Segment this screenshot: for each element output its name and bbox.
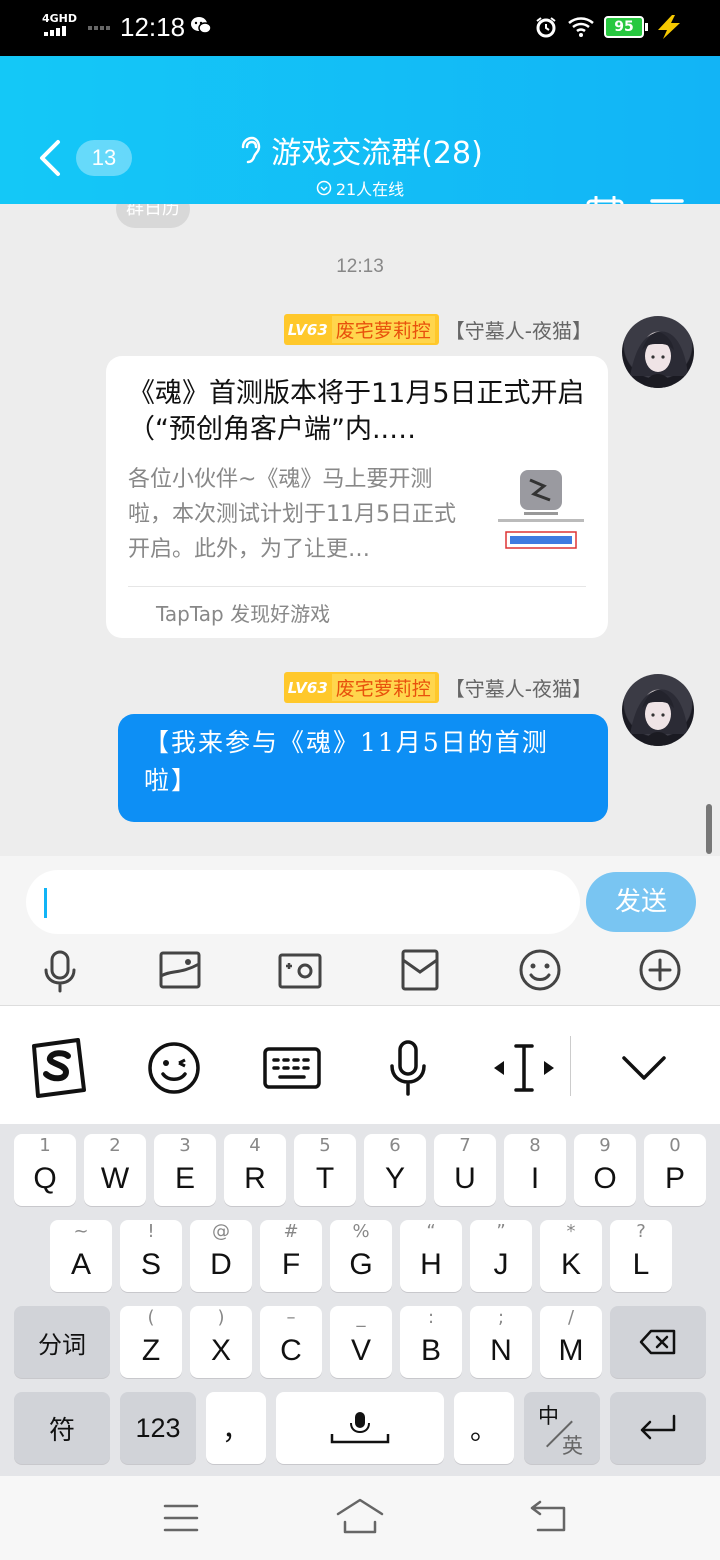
key-r[interactable]: 4R — [224, 1134, 286, 1206]
alarm-icon — [536, 17, 556, 38]
key-f[interactable]: # F — [260, 1220, 322, 1292]
red-packet-icon[interactable] — [396, 946, 444, 994]
wifi-icon — [568, 17, 594, 37]
key-y[interactable]: 6Y — [364, 1134, 426, 1206]
key-m[interactable]: / M — [540, 1306, 602, 1378]
voice-icon[interactable] — [36, 946, 84, 994]
wechat-icon — [191, 17, 212, 34]
plus-icon[interactable] — [636, 946, 684, 994]
symbol-key[interactable]: 符 — [14, 1392, 110, 1464]
key-e[interactable]: 3E — [154, 1134, 216, 1206]
share-card-thumbnail — [494, 466, 588, 562]
group-calendar-chip[interactable]: 群日历 — [116, 204, 190, 228]
mic-icon[interactable] — [376, 1036, 440, 1100]
sender-title: 【守墓人-夜猫】 — [444, 319, 592, 343]
status-bar: 4GHD 12:18 95 — [0, 0, 720, 56]
avatar[interactable] — [622, 316, 694, 388]
title-block[interactable]: 游戏交流群(28) 21人在线 — [0, 128, 720, 200]
sender-nickname[interactable]: 废宅萝莉控 — [331, 674, 435, 701]
share-card-description: 各位小伙伴~《魂》马上要开测啦，本次测试计划于11月5日正式开启。此外，为了让更… — [128, 467, 456, 562]
text-caret — [44, 888, 47, 918]
key-i[interactable]: 8I — [504, 1134, 566, 1206]
backspace-key[interactable] — [610, 1306, 706, 1378]
keyboard: 1Q 2W 3E 4R 5T 6Y 7U 8I 9O 0P ~ A ! S @ D #… — [0, 1124, 720, 1476]
clock: 12:18 — [120, 12, 186, 42]
share-card-source: TapTap 发现好游戏 — [156, 602, 331, 626]
message-input[interactable] — [26, 870, 580, 934]
key-k[interactable]: * K — [540, 1220, 602, 1292]
ime-toolbar — [0, 1006, 720, 1124]
key-t[interactable]: 5T — [294, 1134, 356, 1206]
key-p[interactable]: 0P — [644, 1134, 706, 1206]
menu-icon[interactable] — [162, 1502, 200, 1534]
input-bar: 发送 — [0, 856, 720, 1006]
group-title: 游戏交流群(28) — [271, 136, 483, 171]
online-count: 21人在线 — [335, 180, 405, 199]
collapse-icon[interactable] — [612, 1036, 676, 1100]
key-q[interactable]: 1Q — [14, 1134, 76, 1206]
scrollbar[interactable] — [706, 804, 712, 854]
key-b[interactable]: :B — [400, 1306, 462, 1378]
camera-icon[interactable] — [276, 946, 324, 994]
enter-icon — [640, 1414, 676, 1440]
key-j[interactable]: ” J — [470, 1220, 532, 1292]
share-card-title: 《魂》首测版本将于11月5日正式开启（“预创角客户端”内..… — [128, 378, 585, 445]
key-d[interactable]: @ D — [190, 1220, 252, 1292]
key-o[interactable]: 9O — [574, 1134, 636, 1206]
key-n[interactable]: ; N — [470, 1306, 532, 1378]
comma-key[interactable]: ， — [206, 1392, 266, 1464]
navigation-bar — [0, 1476, 720, 1560]
battery-icon: 95 — [604, 16, 648, 38]
back-icon[interactable] — [528, 1498, 568, 1534]
signal-icon-2 — [88, 26, 110, 30]
key-s[interactable]: ! S — [120, 1220, 182, 1292]
level-badge: LV63 废宅萝莉控 — [283, 314, 439, 345]
key-a[interactable]: ~ A — [50, 1220, 112, 1292]
key-l[interactable]: ? L — [610, 1220, 672, 1292]
key-v[interactable]: _ V — [330, 1306, 392, 1378]
key-c[interactable]: – C — [260, 1306, 322, 1378]
sogou-logo-icon[interactable] — [26, 1036, 90, 1100]
sender-nickname[interactable]: 废宅萝莉控 — [331, 316, 435, 343]
emoji-icon[interactable] — [142, 1036, 206, 1100]
divider — [128, 586, 586, 587]
message-list[interactable]: 群日历 12:13 LV63 废宅萝莉控 【守墓人-夜猫】 《魂》首测版本将于1… — [0, 204, 720, 856]
home-icon[interactable] — [336, 1498, 384, 1534]
share-card[interactable]: 《魂》首测版本将于11月5日正式开启（“预创角客户端”内..… 各位小伙伴~《魂… — [106, 356, 608, 638]
language-switch-key[interactable]: 中 英 — [524, 1392, 600, 1464]
message-timestamp: 12:13 — [336, 256, 384, 277]
cursor-move-icon[interactable] — [492, 1036, 556, 1100]
image-icon[interactable] — [156, 946, 204, 994]
send-button[interactable]: 发送 — [586, 872, 696, 932]
sender-title: 【守墓人-夜猫】 — [444, 677, 592, 701]
charging-icon — [658, 15, 680, 39]
segment-key[interactable]: 分词 — [14, 1306, 110, 1378]
key-z[interactable]: (Z — [120, 1306, 182, 1378]
space-key[interactable] — [276, 1392, 444, 1464]
number-key[interactable]: 123 — [120, 1392, 196, 1464]
key-u[interactable]: 7U — [434, 1134, 496, 1206]
backspace-icon — [639, 1329, 676, 1355]
signal-icon — [44, 26, 66, 36]
key-h[interactable]: “H — [400, 1220, 462, 1292]
message-bubble[interactable]: 【我来参与《魂》11月5日的首测啦】 — [118, 714, 608, 822]
period-key[interactable]: 。 — [454, 1392, 514, 1464]
sender-line: LV63 废宅萝莉控 【守墓人-夜猫】 — [283, 672, 592, 703]
sender-line: LV63 废宅萝莉控 【守墓人-夜猫】 — [283, 314, 592, 345]
online-icon — [316, 180, 332, 196]
keyboard-icon[interactable] — [260, 1036, 324, 1100]
avatar[interactable] — [622, 674, 694, 746]
network-type: 4GHD — [42, 12, 78, 25]
ear-icon — [241, 136, 261, 164]
emoji-icon[interactable] — [516, 946, 564, 994]
key-g[interactable]: % G — [330, 1220, 392, 1292]
voice-space-icon — [330, 1412, 390, 1444]
enter-key[interactable] — [610, 1392, 706, 1464]
key-w[interactable]: 2W — [84, 1134, 146, 1206]
divider — [570, 1036, 571, 1096]
key-x[interactable]: ) X — [190, 1306, 252, 1378]
chat-header: 13 游戏交流群(28) 21人在线 — [0, 56, 720, 232]
level-badge: LV63 废宅萝莉控 — [283, 672, 439, 703]
